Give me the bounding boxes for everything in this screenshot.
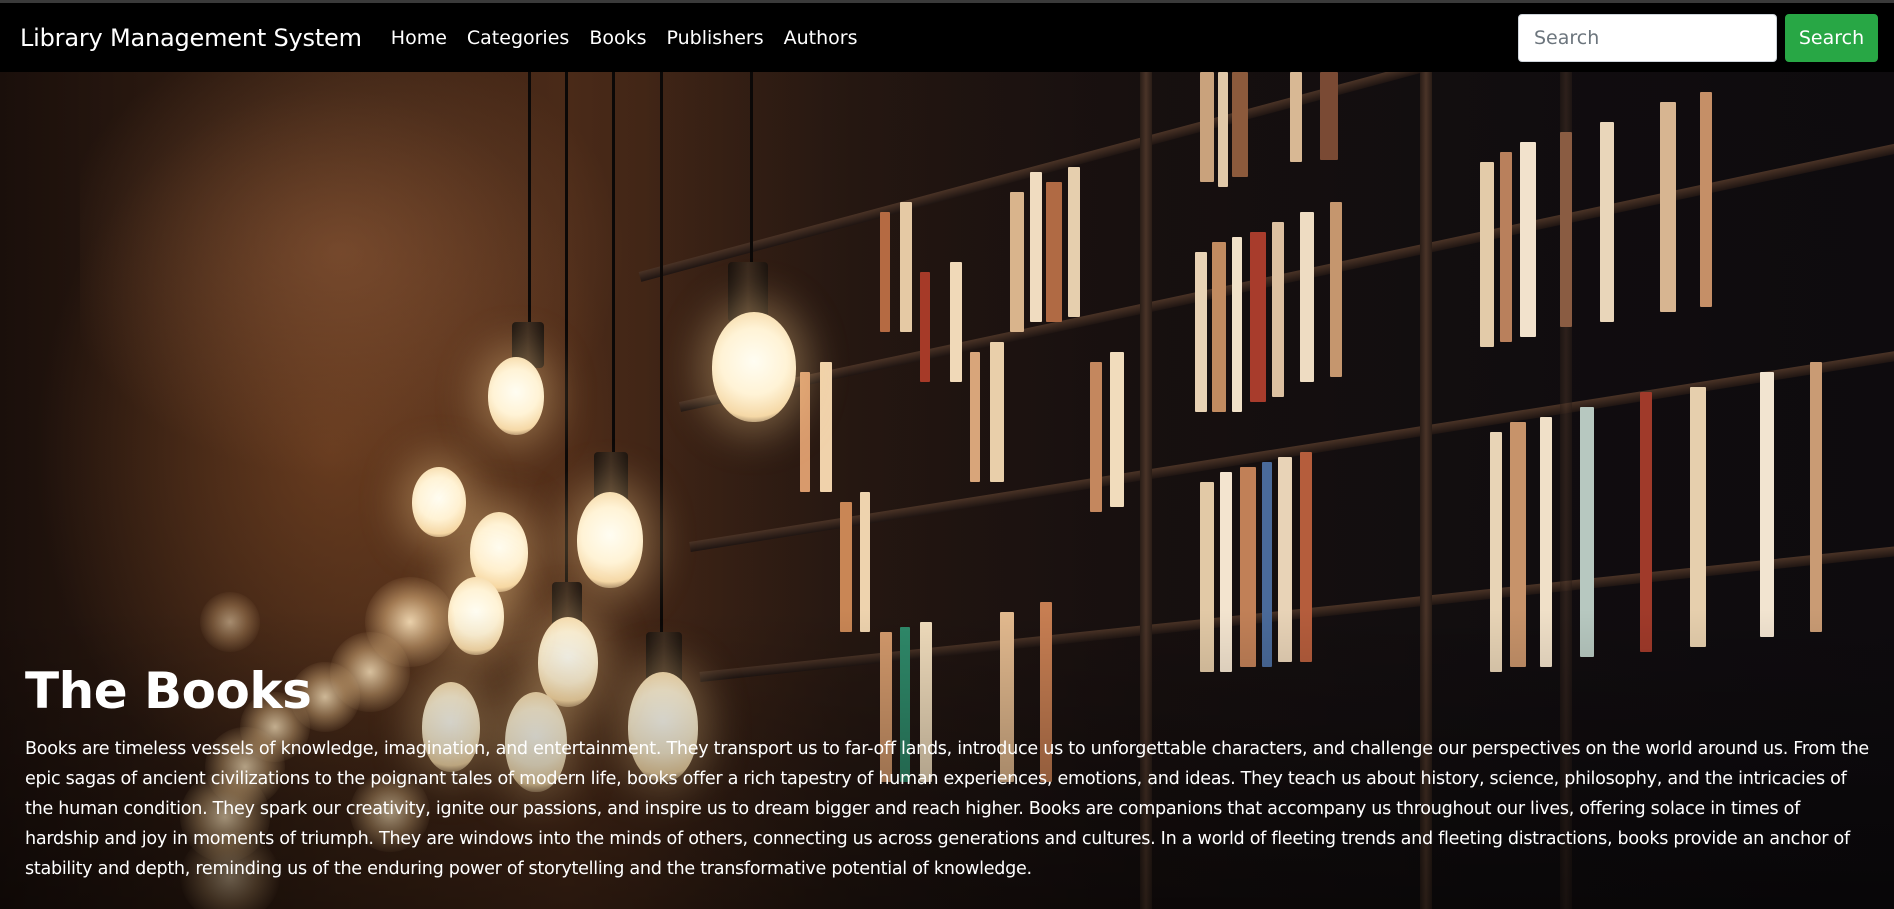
- nav-link-authors[interactable]: Authors: [784, 27, 858, 49]
- nav-link-categories[interactable]: Categories: [467, 27, 569, 49]
- brand-link[interactable]: Library Management System: [20, 24, 362, 52]
- navbar: Library Management System Home Categorie…: [0, 3, 1894, 72]
- hero-section: The Books Books are timeless vessels of …: [0, 72, 1894, 909]
- nav-link-books[interactable]: Books: [589, 27, 646, 49]
- search-input[interactable]: [1518, 13, 1777, 62]
- hero-description: Books are timeless vessels of knowledge,…: [25, 739, 1869, 879]
- nav-links: Home Categories Books Publishers Authors: [391, 27, 878, 49]
- search-button[interactable]: Search: [1785, 13, 1878, 62]
- hero-title: The Books: [25, 662, 312, 720]
- nav-link-publishers[interactable]: Publishers: [667, 27, 764, 49]
- nav-link-home[interactable]: Home: [391, 27, 447, 49]
- search-form: Search: [1518, 13, 1878, 62]
